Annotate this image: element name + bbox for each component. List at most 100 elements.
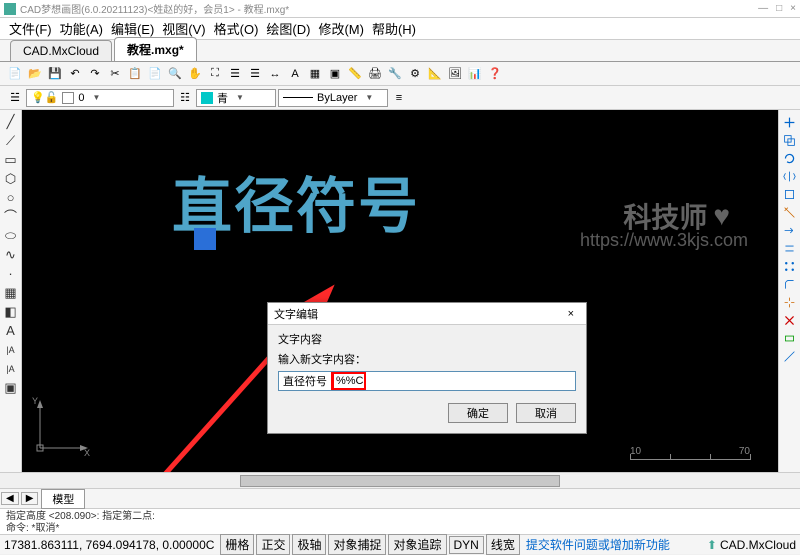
tool2-icon[interactable]: ⚙ — [406, 65, 424, 83]
grid-toggle[interactable]: 栅格 — [220, 534, 254, 555]
chevron-down-icon: ▼ — [93, 93, 101, 102]
layer-dropdown[interactable]: 💡🔓 0 ▼ — [26, 89, 174, 107]
minimize-button[interactable]: — — [758, 3, 768, 14]
help-icon[interactable]: ❓ — [486, 65, 504, 83]
menu-file[interactable]: 文件(F) — [6, 17, 55, 40]
layer-tool-icon[interactable]: ☷ — [176, 89, 194, 107]
new-icon[interactable]: 📄 — [6, 65, 24, 83]
layers-manager-icon[interactable]: ☱ — [6, 89, 24, 107]
mtext-tool[interactable]: |A — [3, 342, 19, 358]
erase-tool[interactable] — [782, 312, 798, 328]
text-tool[interactable]: A — [3, 323, 19, 339]
scale-tool[interactable] — [782, 186, 798, 202]
input-highlight[interactable]: %%C — [332, 372, 366, 390]
print-icon[interactable]: 🖨 — [366, 65, 384, 83]
arc-tool[interactable]: ⌒ — [3, 209, 19, 225]
zoom-icon[interactable]: 🔍 — [166, 65, 184, 83]
mirror-tool[interactable] — [782, 168, 798, 184]
explode-tool[interactable] — [782, 294, 798, 310]
color-dropdown[interactable]: 青 ▼ — [196, 89, 276, 107]
point-tool[interactable]: · — [3, 266, 19, 282]
draw-toolbar: ╱ ⟋ ▭ ⬡ ○ ⌒ ⬭ ∿ · ▦ ◧ A |A |A ▣ — [0, 110, 22, 472]
dialog-title-bar[interactable]: 文字编辑 × — [268, 303, 586, 325]
dyn-toggle[interactable]: DYN — [449, 536, 484, 554]
offset-tool[interactable] — [782, 240, 798, 256]
properties-icon[interactable]: ☰ — [246, 65, 264, 83]
dim-tool[interactable]: |A — [3, 361, 19, 377]
line-tool[interactable]: ╱ — [3, 114, 19, 130]
cancel-button[interactable]: 取消 — [516, 403, 576, 423]
hatch-icon[interactable]: ▦ — [306, 65, 324, 83]
block-tool[interactable]: ▣ — [3, 380, 19, 396]
pline-tool[interactable]: ⟋ — [3, 133, 19, 149]
polar-toggle[interactable]: 极轴 — [292, 534, 326, 555]
maximize-button[interactable]: □ — [776, 3, 782, 14]
menu-format[interactable]: 格式(O) — [211, 17, 262, 40]
tab-next-button[interactable]: ▶ — [21, 492, 39, 505]
polygon-tool[interactable]: ⬡ — [3, 171, 19, 187]
menu-function[interactable]: 功能(A) — [57, 17, 106, 40]
text-icon[interactable]: A — [286, 65, 304, 83]
paste-icon[interactable]: 📄 — [146, 65, 164, 83]
layer-icon[interactable]: ☰ — [226, 65, 244, 83]
measure-icon[interactable]: 📏 — [346, 65, 364, 83]
cloud-status[interactable]: ⬆ CAD.MxCloud — [707, 538, 796, 552]
tool5-icon[interactable]: 📊 — [466, 65, 484, 83]
ortho-toggle[interactable]: 正交 — [256, 534, 290, 555]
cut-icon[interactable]: ✂ — [106, 65, 124, 83]
spline-tool[interactable]: ∿ — [3, 247, 19, 263]
fillet-tool[interactable] — [782, 276, 798, 292]
region-tool[interactable]: ◧ — [3, 304, 19, 320]
circle-tool[interactable]: ○ — [3, 190, 19, 206]
move-tool[interactable] — [782, 114, 798, 130]
command-line[interactable]: 指定高度 <208.090>: 指定第二点: 命令: *取消* — [0, 508, 800, 534]
menu-modify[interactable]: 修改(M) — [315, 17, 367, 40]
tool4-icon[interactable]: 🖼 — [446, 65, 464, 83]
lineweight-toggle[interactable]: 线宽 — [486, 534, 520, 555]
ok-button[interactable]: 确定 — [448, 403, 508, 423]
menu-help[interactable]: 帮助(H) — [369, 17, 419, 40]
text-input[interactable] — [366, 372, 575, 390]
rotate-tool[interactable] — [782, 150, 798, 166]
trim-tool[interactable] — [782, 204, 798, 220]
save-icon[interactable]: 💾 — [46, 65, 64, 83]
tool-icon[interactable]: 🔧 — [386, 65, 404, 83]
open-icon[interactable]: 📂 — [26, 65, 44, 83]
dim-icon[interactable]: ↔ — [266, 65, 284, 83]
linetype-dropdown[interactable]: ByLayer ▼ — [278, 89, 388, 107]
tool3-icon[interactable]: 📐 — [426, 65, 444, 83]
scrollbar-thumb[interactable] — [240, 475, 560, 487]
redo-icon[interactable]: ↷ — [86, 65, 104, 83]
dialog-input-label: 输入新文字内容： — [278, 351, 576, 367]
osnap-toggle[interactable]: 对象捕捉 — [328, 534, 386, 555]
hatch-tool[interactable]: ▦ — [3, 285, 19, 301]
zoom-extents-icon[interactable]: ⛶ — [206, 65, 224, 83]
copy-icon[interactable]: 📋 — [126, 65, 144, 83]
tab-prev-button[interactable]: ◀ — [1, 492, 19, 505]
layer-pick-tool[interactable] — [782, 330, 798, 346]
linetype-tool-icon[interactable]: ≡ — [390, 89, 408, 107]
measure-tool[interactable] — [782, 348, 798, 364]
close-button[interactable]: × — [790, 3, 796, 14]
selection-grip[interactable] — [194, 228, 216, 250]
heart-icon: ♥ — [713, 200, 730, 232]
tab-cloud[interactable]: CAD.MxCloud — [10, 40, 112, 61]
app-icon — [4, 3, 16, 15]
block-icon[interactable]: ▣ — [326, 65, 344, 83]
scale-ruler: 10 70 — [630, 446, 750, 460]
horizontal-scrollbar[interactable] — [0, 472, 800, 488]
tab-current-doc[interactable]: 教程.mxg* — [114, 37, 197, 61]
drawing-canvas[interactable]: 直径符号 科技师♥ https://www.3kjs.com Y X 10 70 — [22, 110, 778, 472]
undo-icon[interactable]: ↶ — [66, 65, 84, 83]
model-tab[interactable]: 模型 — [41, 489, 85, 509]
copy-tool[interactable] — [782, 132, 798, 148]
dialog-close-button[interactable]: × — [562, 308, 580, 320]
extend-tool[interactable] — [782, 222, 798, 238]
rect-tool[interactable]: ▭ — [3, 152, 19, 168]
array-tool[interactable] — [782, 258, 798, 274]
pan-icon[interactable]: ✋ — [186, 65, 204, 83]
menu-draw[interactable]: 绘图(D) — [263, 17, 313, 40]
otrack-toggle[interactable]: 对象追踪 — [388, 534, 446, 555]
properties-toolbar: ☱ 💡🔓 0 ▼ ☷ 青 ▼ ByLayer ▼ ≡ — [0, 86, 800, 110]
ellipse-tool[interactable]: ⬭ — [3, 228, 19, 244]
